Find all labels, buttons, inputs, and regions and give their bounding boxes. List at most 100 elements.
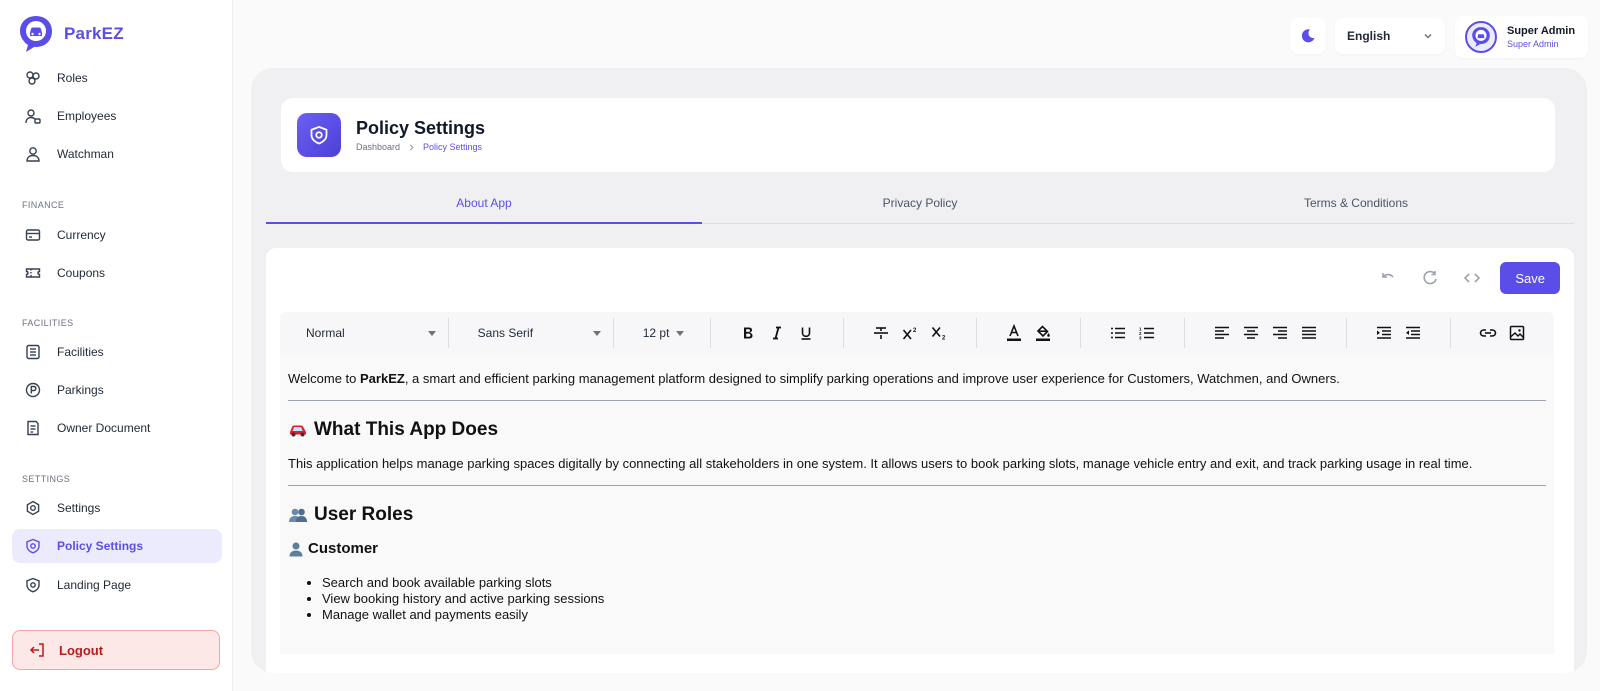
sidebar-item-employees[interactable]: Employees xyxy=(12,99,222,133)
svg-text:2: 2 xyxy=(913,328,917,334)
sidebar-item-label: Roles xyxy=(57,71,88,85)
outdent-button[interactable] xyxy=(1404,324,1422,342)
sidebar-item-parkings[interactable]: Parkings xyxy=(12,373,222,407)
sidebar: ParkEZ Roles Employees Watchman FINANCE … xyxy=(0,0,233,691)
font-select[interactable]: Sans Serif xyxy=(449,312,613,354)
subscript-icon: 2 xyxy=(932,326,946,341)
numbered-list-button[interactable]: 123 xyxy=(1138,324,1156,342)
sidebar-item-label: Policy Settings xyxy=(57,539,144,553)
breadcrumb: Dashboard Policy Settings xyxy=(356,142,482,152)
superscript-icon: 2 xyxy=(903,328,917,340)
divider xyxy=(288,485,1546,486)
intro-text: Welcome to xyxy=(288,371,361,386)
sidebar-item-label: Employees xyxy=(57,109,117,123)
sidebar-item-roles[interactable]: Roles xyxy=(12,61,222,95)
sidebar-item-label: Landing Page xyxy=(57,578,132,592)
editor-card: Save Normal Sans Serif 12 pt 2 2 1 2 3 W… xyxy=(266,248,1574,673)
editor-actions: Save xyxy=(1374,262,1560,294)
sidebar-item-landing-page[interactable]: Landing Page xyxy=(12,568,222,602)
heading-text: User Roles xyxy=(314,504,414,525)
brand-logo-icon xyxy=(1472,27,1490,47)
sidebar-item-owner-document[interactable]: Owner Document xyxy=(12,411,222,445)
editor-content[interactable]: Welcome to ParkEZ, a smart and efficient… xyxy=(280,354,1554,654)
tab-terms-conditions[interactable]: Terms & Conditions xyxy=(1138,182,1574,223)
italic-icon xyxy=(773,326,782,340)
theme-toggle-button[interactable] xyxy=(1290,18,1326,54)
breadcrumb-link-dashboard[interactable]: Dashboard xyxy=(356,142,400,152)
undo-icon xyxy=(1382,273,1394,278)
align-left-button[interactable] xyxy=(1213,324,1231,342)
redo-icon xyxy=(1423,270,1438,285)
outdent-icon xyxy=(1406,326,1421,339)
redo-button[interactable] xyxy=(1416,264,1444,292)
sidebar-item-settings[interactable]: Settings xyxy=(12,491,222,525)
sidebar-item-label: Parkings xyxy=(57,383,104,397)
italic-button[interactable] xyxy=(768,324,786,342)
bullet-list-icon xyxy=(1111,327,1126,339)
user-icon xyxy=(289,542,303,556)
format-select[interactable]: Normal xyxy=(280,312,448,354)
indent-button[interactable] xyxy=(1375,324,1393,342)
heading-user-roles: User Roles xyxy=(288,504,1546,526)
avatar xyxy=(1465,21,1497,53)
strikethrough-button[interactable] xyxy=(872,324,890,342)
color-group xyxy=(977,312,1080,354)
customer-feature-list: Search and book available parking slots … xyxy=(322,575,1546,623)
align-right-icon xyxy=(1273,326,1288,339)
sidebar-item-currency[interactable]: Currency xyxy=(12,218,222,252)
heading-what-app-does: What This App Does xyxy=(288,419,1546,441)
align-right-button[interactable] xyxy=(1271,324,1289,342)
bold-button[interactable] xyxy=(739,324,757,342)
sidebar-item-policy-settings[interactable]: Policy Settings xyxy=(12,529,222,563)
underline-button[interactable] xyxy=(797,324,815,342)
breadcrumb-current: Policy Settings xyxy=(423,142,483,152)
users-icon xyxy=(289,508,307,522)
paragraph: This application helps manage parking sp… xyxy=(288,456,1473,471)
insert-link-button[interactable] xyxy=(1479,324,1497,342)
format-value: Normal xyxy=(306,326,345,340)
undo-button[interactable] xyxy=(1374,264,1402,292)
logout-button[interactable]: Logout xyxy=(12,630,220,670)
user-menu[interactable]: Super Admin Super Admin xyxy=(1455,16,1588,58)
superscript-button[interactable]: 2 xyxy=(901,324,919,342)
editor-toolbar: Normal Sans Serif 12 pt 2 2 1 2 3 xyxy=(280,312,1554,354)
list-item: View booking history and active parking … xyxy=(322,591,1546,607)
tab-privacy-policy[interactable]: Privacy Policy xyxy=(702,182,1138,223)
subscript-button[interactable]: 2 xyxy=(930,324,948,342)
sidebar-item-facilities[interactable]: Facilities xyxy=(12,335,222,369)
align-justify-icon xyxy=(1302,326,1317,339)
document-icon xyxy=(24,419,42,437)
size-select[interactable]: 12 pt xyxy=(614,312,711,354)
tab-about-app[interactable]: About App xyxy=(266,182,702,224)
underline-icon xyxy=(801,327,811,340)
page-title: Policy Settings xyxy=(356,118,486,138)
insert-image-button[interactable] xyxy=(1508,324,1526,342)
sidebar-item-label: Facilities xyxy=(57,345,104,359)
caret-down-icon xyxy=(427,330,436,336)
indent-group xyxy=(1347,312,1450,354)
svg-text:2: 2 xyxy=(942,336,946,341)
brand-logo-icon xyxy=(20,16,52,52)
align-justify-button[interactable] xyxy=(1300,324,1318,342)
sidebar-item-label: Settings xyxy=(57,501,101,515)
user-icon xyxy=(24,145,42,163)
heading-text: What This App Does xyxy=(314,419,499,440)
language-select[interactable]: English xyxy=(1335,18,1445,54)
paint-bucket-icon xyxy=(1036,325,1051,341)
sidebar-item-coupons[interactable]: Coupons xyxy=(12,256,222,290)
code-view-button[interactable] xyxy=(1458,264,1486,292)
sidebar-item-watchman[interactable]: Watchman xyxy=(12,137,222,171)
align-center-icon xyxy=(1244,326,1259,339)
brand[interactable]: ParkEZ xyxy=(18,14,124,54)
save-button[interactable]: Save xyxy=(1500,262,1560,294)
bullet-list-button[interactable] xyxy=(1109,324,1127,342)
wallet-icon xyxy=(24,226,42,244)
align-center-button[interactable] xyxy=(1242,324,1260,342)
highlight-color-button[interactable] xyxy=(1034,324,1052,342)
chevron-right-icon xyxy=(409,143,414,151)
sidebar-item-label: Currency xyxy=(57,228,106,242)
text-color-button[interactable] xyxy=(1005,324,1023,342)
building-icon xyxy=(24,343,42,361)
bold-icon xyxy=(744,327,753,339)
section-label-facilities: FACILITIES xyxy=(22,318,74,328)
